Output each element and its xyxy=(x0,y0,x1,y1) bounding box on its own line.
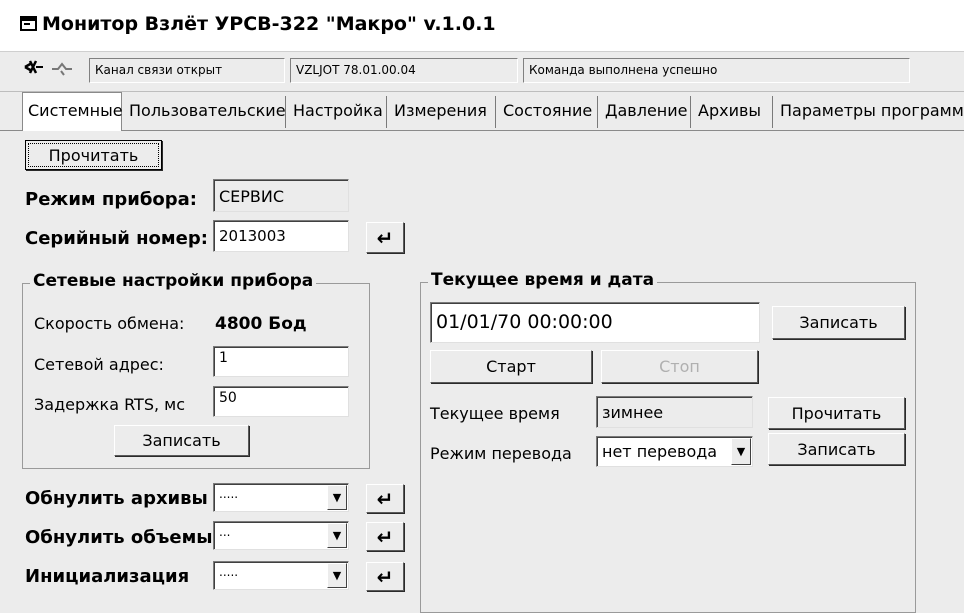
tab-archives[interactable]: Архивы xyxy=(693,96,773,128)
speed-value: 4800 Бод xyxy=(215,314,307,334)
serial-input[interactable]: 2013003 xyxy=(213,220,349,252)
time-write-button-2[interactable]: Записать xyxy=(768,433,905,465)
enter-icon: ↵ xyxy=(376,486,394,511)
tab-user[interactable]: Пользовательские xyxy=(124,96,286,128)
tab-system[interactable]: Системные xyxy=(22,92,123,131)
reset-volumes-label: Обнулить объемы xyxy=(25,527,213,548)
tab-setup[interactable]: Настройка xyxy=(288,96,387,128)
serial-enter-button[interactable]: ↵ xyxy=(366,222,404,253)
init-enter-button[interactable]: ↵ xyxy=(366,562,404,591)
network-write-button[interactable]: Записать xyxy=(114,425,249,456)
switch-mode-label: Режим перевода xyxy=(430,444,572,463)
address-input[interactable]: 1 xyxy=(213,346,349,377)
window-title: Монитор Взлёт УРСВ-322 "Макро" v.1.0.1 xyxy=(42,13,496,35)
chevron-down-icon[interactable]: ▼ xyxy=(731,438,751,465)
switch-mode-select[interactable]: нет перевода xyxy=(596,436,753,467)
time-group-title: Текущее время и дата xyxy=(428,270,658,290)
rts-input[interactable]: 50 xyxy=(213,386,349,417)
current-time-field: зимнее xyxy=(596,396,753,428)
link-icon[interactable] xyxy=(50,55,74,84)
enter-icon: ↵ xyxy=(376,524,394,549)
plug-disconnect-icon[interactable] xyxy=(22,55,46,84)
network-settings-title: Сетевые настройки прибора xyxy=(30,271,317,291)
init-value: ..... xyxy=(219,565,239,579)
reset-archives-value: ..... xyxy=(219,487,239,501)
chevron-down-icon[interactable]: ▼ xyxy=(327,523,347,548)
enter-icon: ↵ xyxy=(376,564,394,589)
speed-label: Скорость обмена: xyxy=(34,314,185,333)
datetime-input[interactable]: 01/01/70 00:00:00 xyxy=(430,302,760,343)
rts-label: Задержка RTS, мс xyxy=(34,395,186,414)
stop-button[interactable]: Стоп xyxy=(601,350,758,383)
tab-pressure[interactable]: Давление xyxy=(600,96,691,128)
start-button[interactable]: Старт xyxy=(430,350,592,383)
reset-volumes-value: ... xyxy=(219,525,231,539)
read-button[interactable]: Прочитать xyxy=(25,140,162,170)
switch-mode-value: нет перевода xyxy=(602,442,718,461)
focus-rect xyxy=(28,143,159,167)
serial-label: Серийный номер: xyxy=(25,228,208,249)
reset-archives-enter-button[interactable]: ↵ xyxy=(366,484,404,513)
status-version: VZLJOT 78.01.00.04 xyxy=(290,58,518,83)
reset-archives-label: Обнулить архивы xyxy=(25,488,208,509)
init-label: Инициализация xyxy=(25,566,190,587)
chevron-down-icon[interactable]: ▼ xyxy=(327,485,347,510)
tab-divider xyxy=(0,130,964,131)
enter-icon: ↵ xyxy=(376,225,394,250)
window-icon xyxy=(20,16,37,31)
current-time-label: Текущее время xyxy=(430,404,560,423)
chevron-down-icon[interactable]: ▼ xyxy=(327,563,347,588)
time-read-button[interactable]: Прочитать xyxy=(768,397,905,429)
status-channel: Канал связи открыт xyxy=(89,58,285,83)
tab-measurements[interactable]: Измерения xyxy=(389,96,496,128)
tab-state[interactable]: Состояние xyxy=(498,96,598,128)
mode-label: Режим прибора: xyxy=(25,189,198,210)
status-command: Команда выполнена успешно xyxy=(523,58,910,83)
tab-program-params[interactable]: Параметры программы xyxy=(775,96,964,128)
reset-volumes-enter-button[interactable]: ↵ xyxy=(366,522,404,551)
mode-field: СЕРВИС xyxy=(213,179,349,212)
address-label: Сетевой адрес: xyxy=(34,355,164,374)
time-write-button[interactable]: Записать xyxy=(772,306,905,339)
